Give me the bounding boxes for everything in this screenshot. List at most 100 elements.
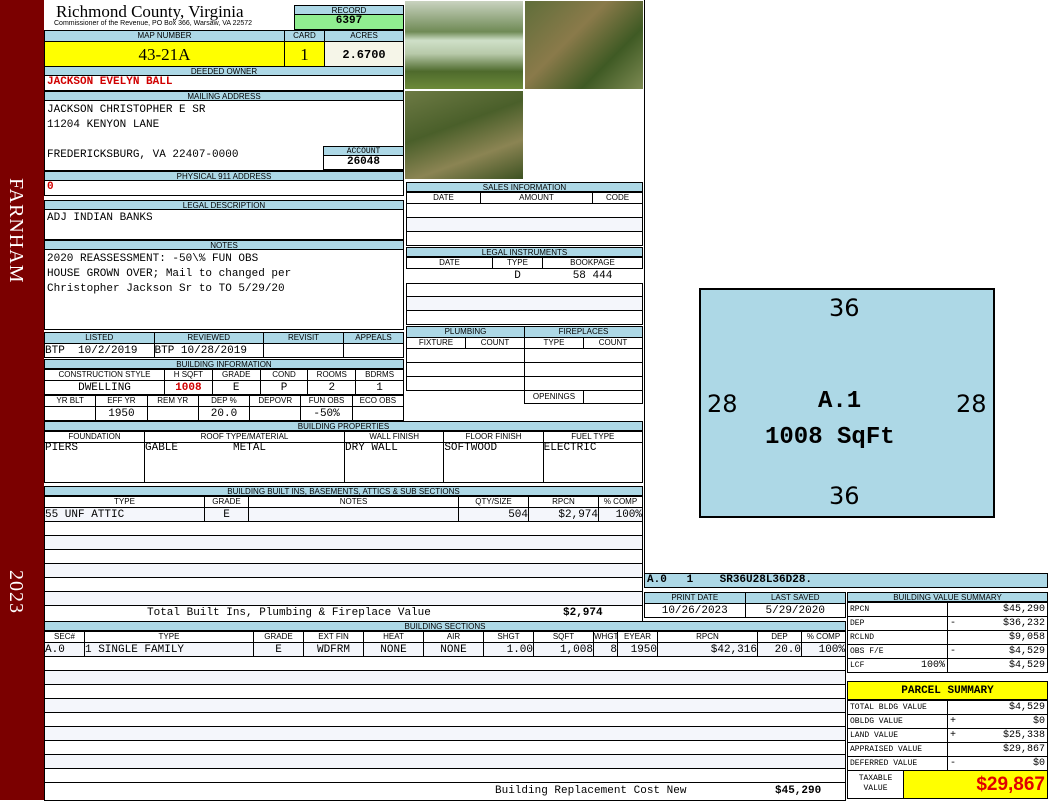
col-header: SHGT (483, 631, 534, 643)
summary-value: $0 (1032, 757, 1045, 769)
summary-value: $25,338 (1002, 729, 1045, 741)
account-box: ACCOUNT 26048 (323, 146, 404, 170)
listed-by: BTP (45, 344, 65, 357)
builtin-row (44, 564, 643, 578)
sketch-section-code: A.1 (818, 388, 862, 415)
property-photo[interactable] (404, 0, 524, 90)
record-label: RECORD (294, 5, 404, 15)
instrument-date (407, 269, 493, 283)
revisit-label: REVISIT (263, 332, 344, 344)
record-box: RECORD 6397 (294, 5, 404, 30)
built-ins: BUILDING BUILT INS, BASEMENTS, ATTICS & … (44, 486, 643, 622)
col-header: COUNT (583, 337, 643, 349)
col-header: WHGT (593, 631, 618, 643)
summary-value: $0 (1032, 715, 1045, 727)
section-row (44, 755, 846, 769)
note-line: HOUSE GROWN OVER; Mail to changed per (47, 268, 292, 280)
col-header: TYPE (492, 257, 543, 269)
section-cell-grade: E (253, 642, 304, 657)
sketch-area[interactable]: 36 28 28 36 A.1 1008 SqFt (644, 0, 1048, 574)
property-photo[interactable] (404, 90, 524, 180)
summary-row: DEFERRED VALUE - $0 (847, 756, 1048, 771)
summary-row: TOTAL BLDG VALUE $4,529 (847, 700, 1048, 715)
notes-text: 2020 REASSESSMENT: -50\% FUN OBS HOUSE G… (44, 250, 404, 330)
county-title: Richmond County, Virginia (56, 2, 244, 21)
summary-row: OBS F/E - $4,529 (847, 644, 1048, 659)
sales-label: SALES INFORMATION (406, 182, 643, 192)
summary-pct: 100% (920, 659, 945, 671)
summary-key: RCLND (850, 632, 875, 642)
note-line: 2020 REASSESSMENT: -50\% FUN OBS (47, 253, 259, 265)
economic-obs (351, 406, 405, 421)
col-header: RPCN (657, 631, 758, 643)
summary-value: $36,232 (1002, 617, 1045, 629)
col-header: DATE (406, 192, 481, 204)
building-sections: BUILDING SECTIONS SEC# TYPE GRADE EXT FIN HE… (44, 621, 846, 801)
note-line: Christopher Jackson Sr to TO 5/29/20 (47, 283, 285, 295)
builtin-comp: 100% (598, 507, 643, 522)
col-header: TYPE (44, 496, 205, 508)
district-label: FARNHAM (5, 178, 27, 284)
builtin-row (44, 536, 643, 550)
section-cell-sec-: A.0 (44, 642, 85, 657)
effective-year: 1950 (95, 406, 148, 421)
col-header: BDRMS (355, 369, 404, 381)
section-row (44, 699, 846, 713)
col-header: EYEAR (617, 631, 658, 643)
col-header: NOTES (248, 496, 459, 508)
section-cell-type: 1 SINGLE FAMILY (84, 642, 254, 657)
section-row (44, 713, 846, 727)
sections-total-label: Building Replacement Cost New (495, 785, 687, 797)
plumbing-fireplaces: PLUMBING FIREPLACES FIXTURE COUNT TYPE COUNT… (406, 326, 643, 418)
roof-type: GABLE (145, 442, 179, 454)
ids-block: MAP NUMBER CARD ACRES 43-21A 1 2.6700 (44, 30, 404, 68)
condition: P (259, 380, 309, 395)
col-header: AMOUNT (480, 192, 593, 204)
sales-info: SALES INFORMATION DATE AMOUNT CODE (406, 182, 643, 246)
fuel-type: ELECTRIC (542, 442, 644, 483)
builtin-row (44, 550, 643, 564)
col-header: FLOOR FINISH (443, 431, 544, 443)
property-photo[interactable] (524, 0, 644, 90)
instrument-row (406, 282, 643, 297)
dep-override (249, 406, 302, 421)
sales-row (406, 232, 643, 246)
account-number: 26048 (323, 156, 404, 170)
summary-key: DEFERRED VALUE (850, 758, 918, 768)
owner-label: DEEDED OWNER (44, 66, 404, 76)
sections-total: Building Replacement Cost New $45,290 (44, 783, 846, 801)
summary-row: DEP - $36,232 (847, 616, 1048, 631)
col-header: ROOMS (307, 369, 357, 381)
sketch-area-label: 1008 SqFt (765, 424, 895, 451)
sales-row (406, 204, 643, 218)
notes-label: NOTES (44, 240, 404, 250)
builtins-total-value: $2,974 (563, 607, 603, 619)
reviewed-by: BTP (154, 344, 175, 357)
builtin-grade: E (204, 507, 249, 522)
remaining-years (146, 406, 199, 421)
print-date-label: PRINT DATE (644, 592, 746, 604)
foundation: PIERS (44, 442, 145, 483)
col-header: CONSTRUCTION STYLE (44, 369, 165, 381)
summary-key: DEP (850, 618, 865, 628)
owner-name: JACKSON EVELYN BALL (44, 76, 404, 91)
last-saved: 5/29/2020 (744, 603, 846, 618)
summary-sign: - (950, 757, 957, 769)
builtin-row (44, 592, 643, 606)
section-cell-eyear: 1950 (617, 642, 658, 657)
fireplaces-label: FIREPLACES (524, 326, 643, 338)
year-label: 2023 (5, 570, 27, 614)
col-header: TYPE (84, 631, 254, 643)
heated-sqft: 1008 (164, 380, 213, 395)
section-cell-dep: 20.0 (757, 642, 802, 657)
properties-label: BUILDING PROPERTIES (44, 421, 643, 431)
office-address: Commissioner of the Revenue, PO Box 366,… (54, 20, 253, 27)
building-info-label: BUILDING INFORMATION (44, 359, 404, 369)
appeals-value (343, 343, 404, 358)
map-number: 43-21A (44, 41, 285, 68)
builtin-row (44, 522, 643, 536)
col-header: FUEL TYPE (542, 431, 644, 443)
col-header: FOUNDATION (44, 431, 145, 443)
col-header: EFF YR (95, 395, 148, 407)
col-header: GRADE (211, 369, 261, 381)
